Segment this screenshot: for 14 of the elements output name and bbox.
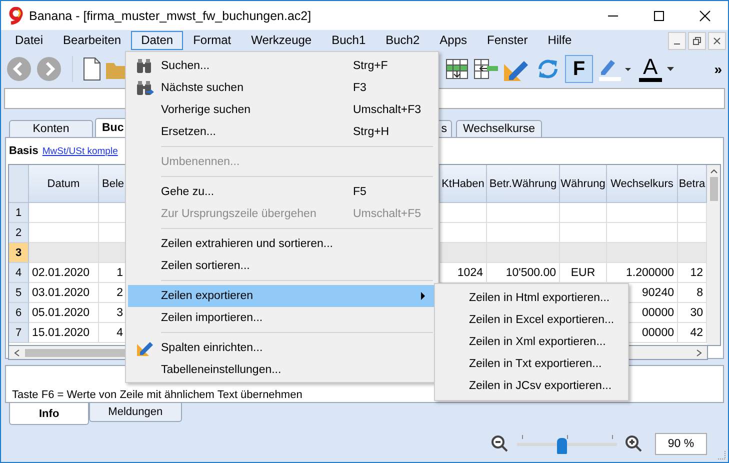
row-number: 6	[9, 303, 29, 323]
row-number: 1	[9, 203, 29, 223]
view-label: Basis	[9, 145, 38, 157]
info-text: Taste F6 = Werte von Zeile mit ähnlichem Text übernehmen	[12, 389, 302, 402]
row-number: 7	[9, 323, 29, 343]
window-title: Banana - [firma_muster_mwst_fw_buchungen.ac2]	[29, 8, 312, 22]
row-number: 4	[9, 263, 29, 283]
row-number: 3	[9, 243, 29, 263]
row-number: 5	[9, 283, 29, 303]
table-cell: 03.01.2020	[29, 283, 99, 303]
table-cell: 15.01.2020	[29, 323, 99, 343]
table-cell: 05.01.2020	[29, 303, 99, 323]
table-cell: 02.01.2020	[29, 263, 99, 283]
row-number: 2	[9, 223, 29, 243]
